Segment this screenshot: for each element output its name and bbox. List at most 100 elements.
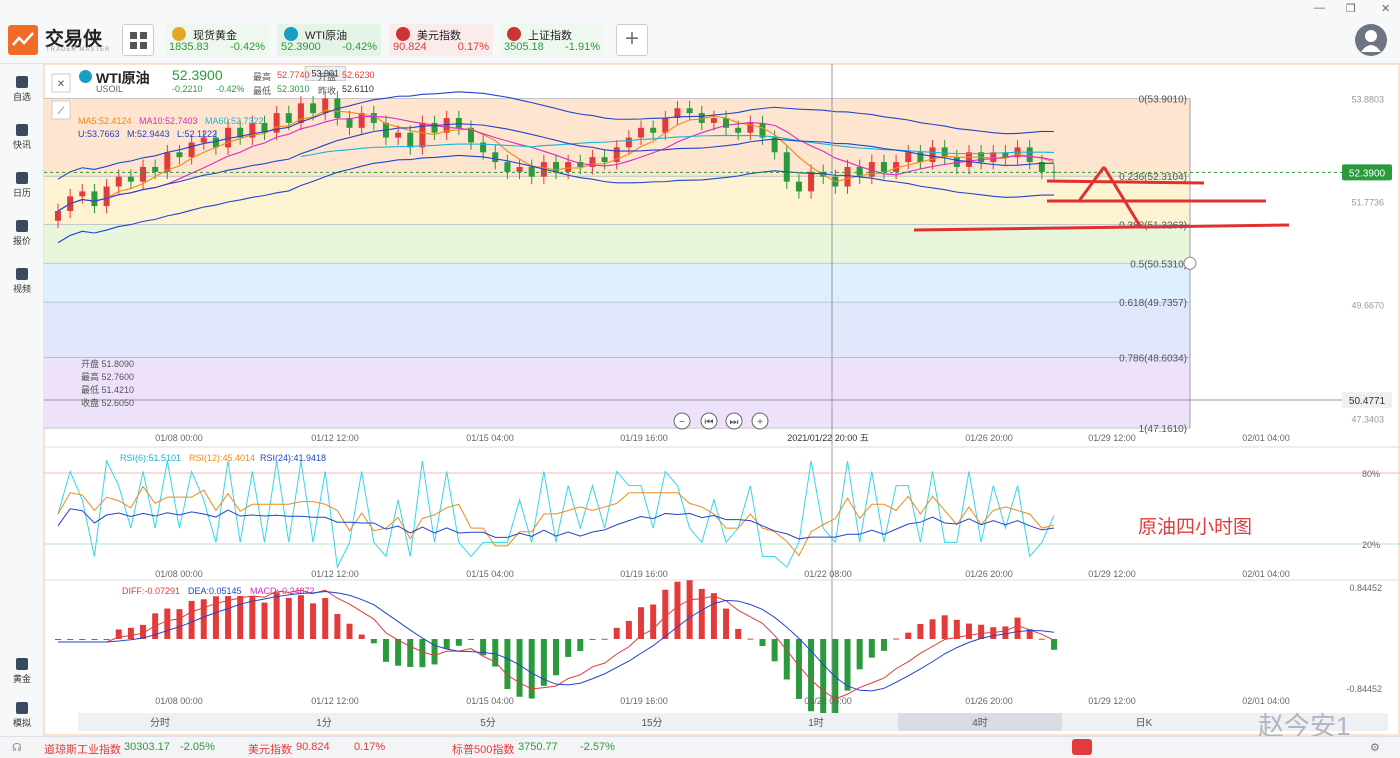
close-button[interactable]: ✕: [1381, 2, 1390, 15]
time-axis-label: 01/19 16:00: [620, 433, 668, 443]
maximize-button[interactable]: ❐: [1346, 2, 1356, 15]
tab-3[interactable]: 美元指数 90.824 0.17%: [389, 24, 493, 56]
close-icon: ✕: [57, 79, 65, 90]
time-axis-label: 01/19 16:00: [620, 696, 668, 706]
period-bar-bg: [78, 713, 1388, 731]
sidebar-item-quotes[interactable]: 报价: [0, 214, 44, 254]
macd-bar: [929, 619, 936, 639]
macd-bar: [297, 595, 304, 639]
macd-bar: [1002, 626, 1009, 639]
sidebar-item-news[interactable]: 快讯: [0, 118, 44, 158]
time-axis-label: 01/12 12:00: [311, 433, 359, 443]
candle: [965, 152, 972, 167]
macd-bar: [783, 639, 790, 680]
sidebar-item-gold[interactable]: 黄金: [0, 652, 44, 692]
tab-1[interactable]: 现货黄金 1835.83 -0.42%: [165, 24, 269, 56]
period-tab-1分[interactable]: 1分: [316, 717, 332, 729]
grid-layout-button[interactable]: [122, 24, 154, 56]
minimize-button[interactable]: —: [1314, 2, 1325, 14]
macd-bar: [589, 639, 596, 640]
settings-icon[interactable]: ⚙: [1370, 741, 1380, 754]
prev-label: 昨收: [318, 86, 337, 96]
macd-bar: [771, 639, 778, 662]
candle: [395, 132, 402, 138]
bottom-ticker-bar: ☊ 道琼斯工业指数 30303.17 -2.05% 美元指数 90.824 0.…: [0, 736, 1400, 758]
headset-icon[interactable]: ☊: [12, 741, 22, 754]
time-axis-label: 01/15 04:00: [466, 696, 514, 706]
rsi12-line: [57, 485, 1055, 557]
candle: [638, 127, 645, 138]
time-axis-label: 01/08 00:00: [155, 696, 203, 706]
rsi24-label: RSI(24):41.9418: [260, 453, 326, 463]
macd-bar: [941, 615, 948, 639]
time-axis-label: 01/29 12:00: [1088, 433, 1136, 443]
period-tab-5分[interactable]: 5分: [480, 717, 496, 729]
prev-value: 52.6110: [342, 84, 374, 94]
ticker-price: 90.824: [296, 741, 330, 753]
boll-upper-label: U:53.7663: [78, 129, 120, 139]
ticker-name[interactable]: 美元指数: [248, 741, 292, 757]
ticker-change: -2.57%: [580, 741, 615, 753]
zoom-button-icon: +: [757, 417, 763, 428]
tab-change: -0.42%: [342, 41, 377, 53]
macd-bar: [856, 639, 863, 670]
rsi12-label: RSI(12):45.4014: [189, 453, 255, 463]
chart-area[interactable]: 0(53.9010) 0.236(52.3104) 0.382(51.3263) 0.…: [43, 63, 1400, 736]
macd-bar: [601, 638, 608, 640]
sidebar-item-video[interactable]: 视频: [0, 262, 44, 302]
fib-label: 0.5(50.5310): [1130, 259, 1187, 270]
candle: [808, 171, 815, 192]
macd-bar: [273, 592, 280, 639]
avatar[interactable]: [1355, 24, 1387, 56]
boll-lower-label: L:52.1222: [177, 129, 218, 139]
macd-dea-label: DEA:0.05145: [188, 586, 242, 596]
time-axis-label: 01/12 12:00: [311, 696, 359, 706]
sidebar: 自选 快讯 日历 报价 视频 黄金 模拟: [0, 64, 44, 736]
time-axis-label: 02/01 04:00: [1242, 569, 1290, 579]
macd-bar: [759, 639, 766, 646]
candle: [455, 118, 462, 128]
macd-bar: [358, 634, 365, 639]
macd-bar: [55, 639, 61, 640]
app-logo-icon: [8, 25, 38, 55]
ticker-name[interactable]: 标普500指数: [452, 741, 514, 757]
add-tab-button[interactable]: +: [616, 24, 648, 56]
time-axis-label: 01/22 08:00: [804, 696, 852, 706]
video-icon: [16, 268, 28, 280]
tab-4[interactable]: 上证指数 3505.18 -1.91%: [500, 24, 604, 56]
symbol-code: USOIL: [96, 84, 124, 94]
zoom-button-icon: −: [679, 417, 685, 428]
zoom-button-icon: ⏮: [705, 417, 714, 428]
period-tab-15分[interactable]: 15分: [641, 717, 662, 729]
macd-bar: [528, 639, 535, 699]
tab-2[interactable]: WTI原油 52.3900 -0.42%: [277, 24, 381, 56]
fib-label: 0.786(48.6034): [1119, 354, 1187, 365]
ohlc-box: 开盘 51.8090 最高 52.7600 最低 51.4210 收盘 52.6…: [81, 358, 134, 410]
sidebar-item-demo[interactable]: 模拟: [0, 696, 44, 736]
top-bar: 交易侠 TRADER MASTER 现货黄金 1835.83 -0.42% WTI原油…: [0, 0, 1400, 64]
candle: [905, 152, 912, 163]
time-axis-label: 01/15 04:00: [466, 433, 514, 443]
macd-bar: [710, 593, 717, 639]
ticker-change: -2.05%: [180, 741, 215, 753]
period-tab-1时[interactable]: 1时: [808, 717, 824, 729]
cursor-price: 50.4771: [1349, 396, 1386, 407]
input-method-icon[interactable]: [1072, 739, 1092, 755]
candle: [176, 152, 183, 158]
macd-bar: [310, 603, 317, 639]
period-tab-分时[interactable]: 分时: [150, 717, 170, 729]
macd-bar: [382, 639, 389, 662]
ticker-price: 30303.17: [124, 741, 170, 753]
period-tab-日K[interactable]: 日K: [1136, 718, 1153, 729]
period-tab-4时[interactable]: 4时: [972, 717, 988, 729]
kline-chart[interactable]: 0(53.9010)0.236(52.3104)0.382(51.3263)0.…: [43, 63, 1400, 736]
macd-bar: [103, 639, 110, 640]
ticker-name[interactable]: 道琼斯工业指数: [44, 741, 121, 757]
wallet-icon: [16, 702, 28, 714]
time-axis-label: 01/29 12:00: [1088, 696, 1136, 706]
candle: [91, 191, 98, 207]
macd-bar: [844, 639, 851, 691]
sidebar-item-watchlist[interactable]: 自选: [0, 70, 44, 110]
quote-icon: [16, 220, 28, 232]
sidebar-item-calendar[interactable]: 日历: [0, 166, 44, 206]
